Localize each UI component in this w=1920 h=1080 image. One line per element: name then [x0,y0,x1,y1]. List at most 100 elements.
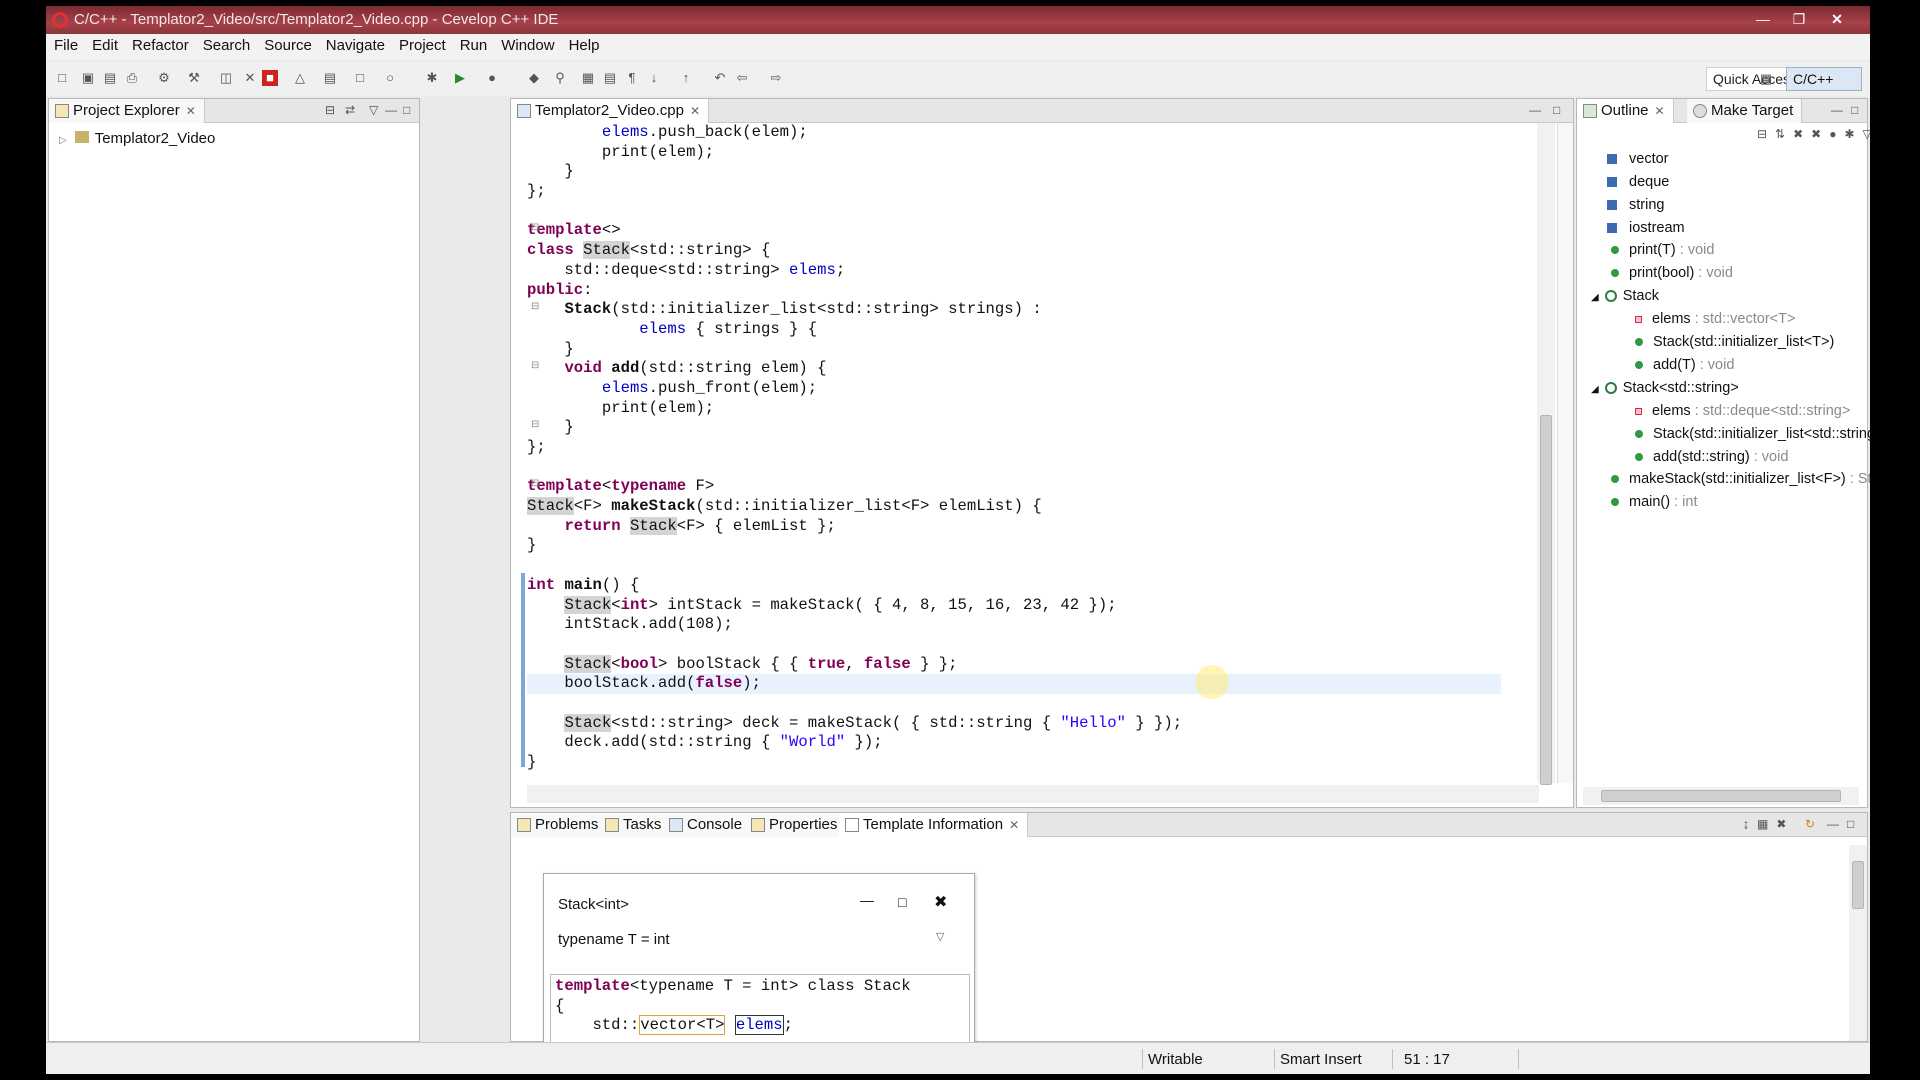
next-annotation-icon[interactable]: ↓ [646,70,662,86]
outline-item[interactable]: ◢ Stack<std::string> [1591,380,1739,396]
minimize-editor-icon[interactable]: — [1529,103,1541,117]
menu-refactor[interactable]: Refactor [124,34,195,54]
tab-console[interactable]: Console [663,813,752,837]
outline-item[interactable]: print(bool) : void [1611,265,1733,281]
project-tree-item[interactable]: ▷ Templator2_Video [59,130,215,147]
outline-item[interactable]: print(T) : void [1611,242,1714,258]
close-tab-icon[interactable]: ✕ [186,104,196,118]
outline-horizontal-scrollbar[interactable] [1583,787,1859,805]
debug-config-icon[interactable]: ◫ [218,70,234,86]
tab-problems[interactable]: Problems [511,813,608,837]
menu-edit[interactable]: Edit [84,34,124,54]
outline-item[interactable]: add(std::string) : void [1635,449,1788,465]
tab-outline[interactable]: Outline ✕ [1577,99,1674,123]
maximize-editor-icon[interactable]: □ [1553,103,1560,117]
refresh-icon[interactable]: ↻ [1805,817,1815,831]
outline-item[interactable]: add(T) : void [1635,357,1734,373]
build-icon[interactable]: ⚙ [156,70,172,86]
tab-template-information[interactable]: Template Information ✕ [839,813,1029,837]
hammer-icon[interactable]: ⚒ [186,70,202,86]
maximize-button[interactable]: ❐ [1784,8,1814,30]
menu-file[interactable]: File [46,34,84,54]
minimize-button[interactable]: — [1748,8,1778,30]
editor-scroll-thumb[interactable] [1540,415,1552,785]
menu-run[interactable]: Run [452,34,494,54]
minimize-bottom-icon[interactable]: — [1827,817,1839,831]
new-project-icon[interactable]: ○ [382,70,398,86]
new-file-icon[interactable]: □ [352,70,368,86]
menu-source[interactable]: Source [256,34,318,54]
save-icon[interactable]: ▣ [80,70,96,86]
outline-item[interactable]: iostream [1607,220,1685,236]
stop-icon[interactable]: ■ [262,70,278,86]
editor-horizontal-scrollbar[interactable] [527,785,1539,803]
outline-item[interactable]: vector [1607,151,1669,167]
debug-icon[interactable]: ✱ [424,70,440,86]
outline-toolbar[interactable]: ⊟⇅✖✖●✱▽ [1757,127,1870,141]
expand-arrow-icon[interactable]: ▷ [59,135,67,146]
maximize-bottom-icon[interactable]: □ [1847,817,1854,831]
open-type-icon[interactable]: ◆ [526,70,542,86]
minimize-view-icon[interactable]: — [385,103,397,117]
bottom-scroll-thumb[interactable] [1852,861,1864,909]
outline-item[interactable]: main() : int [1611,494,1698,510]
minimize-popup-icon[interactable]: — [860,892,874,908]
menu-project[interactable]: Project [391,34,452,54]
outline-item[interactable]: string [1607,197,1664,213]
run-icon[interactable]: ▶ [452,70,468,86]
perspective-cpp[interactable]: C/C++ [1786,67,1862,91]
tab-project-explorer[interactable]: Project Explorer ✕ [49,99,205,123]
external-tools-icon[interactable]: ● [484,70,500,86]
fold-icon[interactable]: ⊟ [531,302,541,312]
outline-item[interactable]: ◢ Stack [1591,288,1659,304]
collapse-all-icon[interactable]: ⊟ [325,103,335,117]
last-edit-icon[interactable]: ↶ [712,70,728,86]
close-template-tab-icon[interactable]: ✕ [1009,818,1019,832]
close-button[interactable]: ✕ [1822,8,1852,30]
new-folder-icon[interactable]: ▤ [322,70,338,86]
tab-tasks[interactable]: Tasks [599,813,671,837]
outline-item[interactable]: makeStack(std::initializer_list<F>) : St… [1611,471,1870,487]
outline-scroll-thumb[interactable] [1601,790,1841,802]
skip-breakpoints-icon[interactable]: ✕ [242,70,258,86]
search-icon[interactable]: ⚲ [552,70,568,86]
close-outline-tab-icon[interactable]: ✕ [1655,104,1665,118]
menu-help[interactable]: Help [561,34,606,54]
show-whitespace-icon[interactable]: ¶ [624,70,640,86]
tab-properties[interactable]: Properties [745,813,847,837]
code-editor[interactable]: elems.push_back(elem); print(elem); }}; … [527,123,1497,793]
new-class-icon[interactable]: △ [292,70,308,86]
menu-search[interactable]: Search [195,34,257,54]
close-popup-icon[interactable]: ✖ [934,892,947,912]
forward-icon[interactable]: ⇨ [768,70,784,86]
new-icon[interactable]: □ [54,70,70,86]
fold-icon[interactable]: ⊟ [531,420,541,430]
outline-item[interactable]: Stack(std::initializer_list<T>) [1635,334,1834,350]
view-menu-icon[interactable]: ▽ [369,103,378,117]
popup-dropdown-icon[interactable]: ▽ [936,930,944,943]
maximize-popup-icon[interactable]: □ [898,894,906,910]
fold-icon[interactable]: ⊟ [531,223,541,233]
link-editor-icon[interactable]: ⇄ [345,103,355,117]
tab-make-target[interactable]: Make Target [1687,99,1803,123]
prev-annotation-icon[interactable]: ↑ [678,70,694,86]
toggle-block-icon[interactable]: ▤ [602,70,618,86]
outline-item[interactable]: elems : std::vector<T> [1635,311,1795,327]
back-icon[interactable]: ⇦ [734,70,750,86]
maximize-view-icon[interactable]: □ [403,103,410,117]
expanded-arrow-icon[interactable]: ◢ [1591,292,1599,303]
menu-window[interactable]: Window [493,34,560,54]
close-editor-tab-icon[interactable]: ✕ [690,104,700,118]
open-perspective-icon[interactable]: ▦ [1758,71,1774,87]
maximize-outline-icon[interactable]: □ [1851,103,1858,117]
menu-navigate[interactable]: Navigate [318,34,391,54]
bottom-vertical-scrollbar[interactable] [1849,845,1867,1041]
outline-item[interactable]: Stack(std::initializer_list<std::string>… [1635,426,1870,442]
print-icon[interactable]: ⎙ [124,70,140,86]
toggle-mark-icon[interactable]: ▦ [580,70,596,86]
tab-editor-file[interactable]: Templator2_Video.cpp ✕ [511,99,710,123]
editor-vertical-scrollbar[interactable] [1537,123,1555,785]
outline-item[interactable]: deque [1607,174,1669,190]
fold-icon[interactable]: ⊟ [531,361,541,371]
fold-icon[interactable]: ⊟ [531,479,541,489]
